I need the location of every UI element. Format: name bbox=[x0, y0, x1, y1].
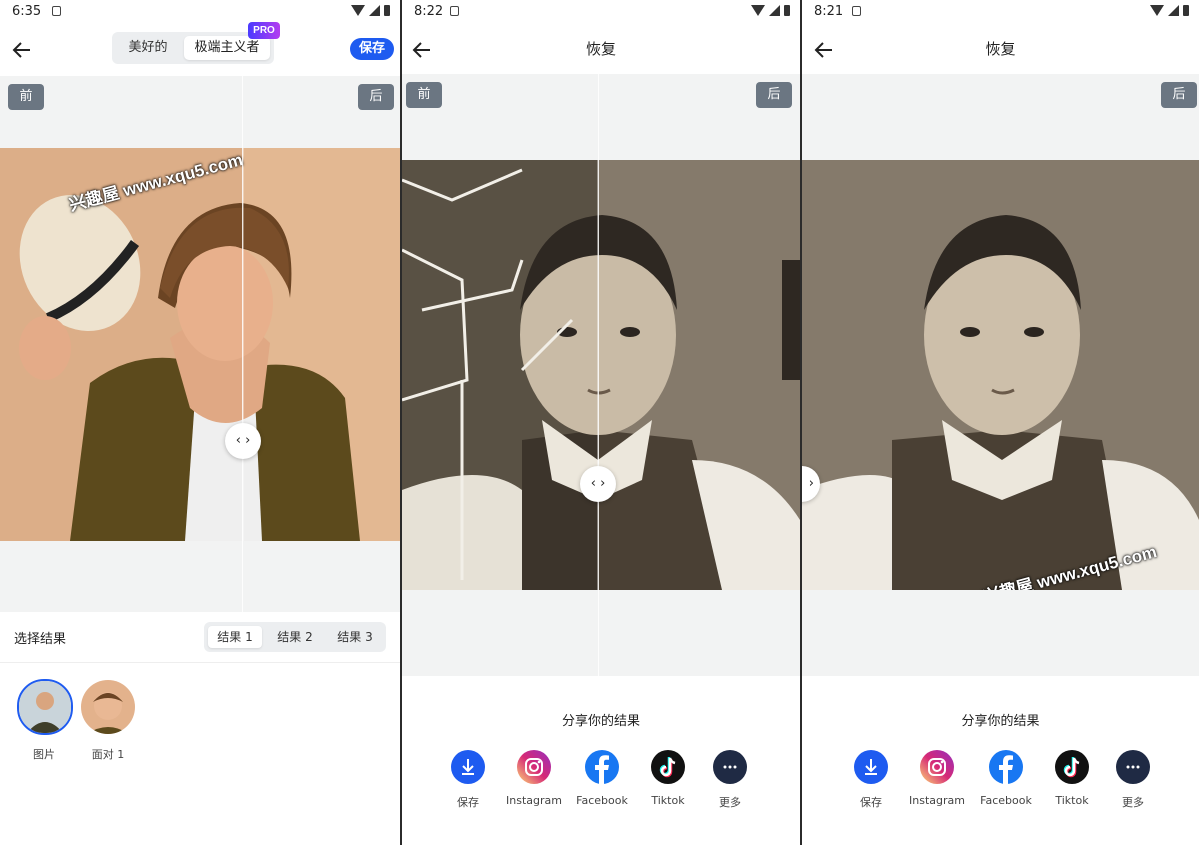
tab-beautiful[interactable]: 美好的 bbox=[116, 36, 180, 60]
share-instagram-button[interactable]: Instagram bbox=[902, 750, 972, 807]
share-more-label: 更多 bbox=[719, 796, 741, 809]
status-time: 8:22 bbox=[414, 4, 444, 19]
after-badge: 后 bbox=[358, 84, 394, 110]
top-bar: 美好的 极端主义者 PRO 保存 bbox=[0, 22, 400, 76]
battery-icon bbox=[384, 5, 390, 16]
tab-extremist[interactable]: 极端主义者 bbox=[184, 36, 270, 60]
share-facebook-button[interactable]: Facebook bbox=[971, 750, 1041, 807]
compare-drag-handle[interactable]: ‹ › bbox=[225, 423, 261, 459]
download-icon bbox=[451, 750, 485, 784]
before-badge: 前 bbox=[406, 82, 442, 108]
facebook-icon bbox=[585, 750, 619, 784]
wifi-icon bbox=[351, 5, 365, 16]
signal-icon bbox=[369, 5, 380, 16]
tab-result-1[interactable]: 结果 1 bbox=[208, 626, 262, 648]
back-arrow-icon[interactable] bbox=[10, 38, 34, 62]
portrait-photo: 兴趣屋 www.xqu5.com bbox=[0, 148, 400, 541]
after-badge: 后 bbox=[756, 82, 792, 108]
tiktok-icon bbox=[1055, 750, 1089, 784]
screen-restore-compare: 8:22 恢复 前 后 ‹ › 分享你的结果 保存 Instagram Face… bbox=[402, 0, 800, 845]
more-icon bbox=[713, 750, 747, 784]
compare-area: 前 后 兴趣屋 www.xqu5.com ‹ › bbox=[0, 76, 400, 612]
boy-portrait-image bbox=[402, 160, 800, 590]
share-facebook-label: Facebook bbox=[980, 794, 1032, 807]
screen-enhance: 6:35 美好的 极端主义者 PRO 保存 前 后 兴趣屋 www.xqu5.c… bbox=[0, 0, 400, 845]
tab-result-3[interactable]: 结果 3 bbox=[328, 626, 382, 648]
battery-icon bbox=[1183, 5, 1189, 16]
share-save-button[interactable]: 保存 bbox=[836, 750, 906, 810]
top-bar: 恢复 bbox=[402, 24, 800, 76]
share-more-button[interactable]: 更多 bbox=[695, 750, 765, 810]
status-bar: 8:22 bbox=[402, 0, 800, 24]
share-more-button[interactable]: 更多 bbox=[1098, 750, 1168, 810]
restored-boy-portrait-image bbox=[802, 160, 1199, 590]
tiktok-icon bbox=[651, 750, 685, 784]
wifi-icon bbox=[1150, 5, 1164, 16]
notification-icon bbox=[450, 6, 459, 16]
share-title: 分享你的结果 bbox=[961, 714, 1040, 729]
status-time: 8:21 bbox=[814, 4, 844, 19]
instagram-icon bbox=[517, 750, 551, 784]
share-tiktok-button[interactable]: Tiktok bbox=[633, 750, 703, 807]
select-result-label: 选择结果 bbox=[14, 632, 67, 647]
page-title: 恢复 bbox=[585, 40, 616, 58]
instagram-icon bbox=[920, 750, 954, 784]
thumbnail-picture[interactable] bbox=[17, 679, 73, 735]
before-badge: 前 bbox=[8, 84, 44, 110]
system-icons bbox=[351, 5, 390, 16]
compare-divider-line bbox=[242, 76, 243, 612]
share-title: 分享你的结果 bbox=[561, 714, 640, 729]
notification-icon bbox=[852, 6, 861, 16]
thumbnail-face-1[interactable] bbox=[81, 680, 135, 734]
old-photo bbox=[402, 160, 800, 590]
after-badge: 后 bbox=[1161, 82, 1197, 108]
share-save-button[interactable]: 保存 bbox=[433, 750, 503, 810]
thumbnail-face-1-label: 面对 1 bbox=[91, 748, 125, 761]
select-result-row: 选择结果 结果 1 结果 2 结果 3 bbox=[0, 612, 400, 663]
facebook-icon bbox=[989, 750, 1023, 784]
share-save-label: 保存 bbox=[860, 796, 882, 809]
share-save-label: 保存 bbox=[457, 796, 479, 809]
share-instagram-label: Instagram bbox=[909, 794, 965, 807]
status-time: 6:35 bbox=[12, 4, 42, 19]
share-instagram-label: Instagram bbox=[506, 794, 562, 807]
status-bar: 8:21 bbox=[802, 0, 1199, 24]
restored-photo: 兴趣屋 www.xqu5.com bbox=[802, 160, 1199, 590]
share-instagram-button[interactable]: Instagram bbox=[499, 750, 569, 807]
compare-area: 后 兴趣屋 www.xqu5.com › bbox=[802, 74, 1199, 676]
share-tiktok-button[interactable]: Tiktok bbox=[1037, 750, 1107, 807]
signal-icon bbox=[769, 5, 780, 16]
more-icon bbox=[1116, 750, 1150, 784]
page-title: 恢复 bbox=[985, 40, 1016, 58]
notification-icon bbox=[52, 6, 61, 16]
share-tiktok-label: Tiktok bbox=[1055, 794, 1089, 807]
wifi-icon bbox=[751, 5, 765, 16]
pro-badge: PRO bbox=[248, 22, 280, 39]
download-icon bbox=[854, 750, 888, 784]
compare-area: 前 后 ‹ › bbox=[402, 74, 800, 676]
system-icons bbox=[751, 5, 790, 16]
screen-restore-result: 8:21 恢复 后 兴趣屋 www.xqu5.com › 分享你的结果 保存 I… bbox=[802, 0, 1199, 845]
compare-divider-line bbox=[598, 74, 599, 676]
tab-result-2[interactable]: 结果 2 bbox=[268, 626, 322, 648]
share-more-label: 更多 bbox=[1122, 796, 1144, 809]
share-tiktok-label: Tiktok bbox=[651, 794, 685, 807]
thumbnail-picture-label: 图片 bbox=[33, 748, 55, 761]
share-facebook-label: Facebook bbox=[576, 794, 628, 807]
compare-drag-handle[interactable]: ‹ › bbox=[580, 466, 616, 502]
result-tabs: 结果 1 结果 2 结果 3 bbox=[204, 622, 386, 652]
battery-icon bbox=[784, 5, 790, 16]
system-icons bbox=[1150, 5, 1189, 16]
save-button[interactable]: 保存 bbox=[350, 38, 394, 60]
share-facebook-button[interactable]: Facebook bbox=[567, 750, 637, 807]
status-bar: 6:35 bbox=[0, 0, 400, 24]
signal-icon bbox=[1168, 5, 1179, 16]
top-bar: 恢复 bbox=[802, 24, 1199, 76]
man-with-hat-image bbox=[0, 148, 400, 541]
